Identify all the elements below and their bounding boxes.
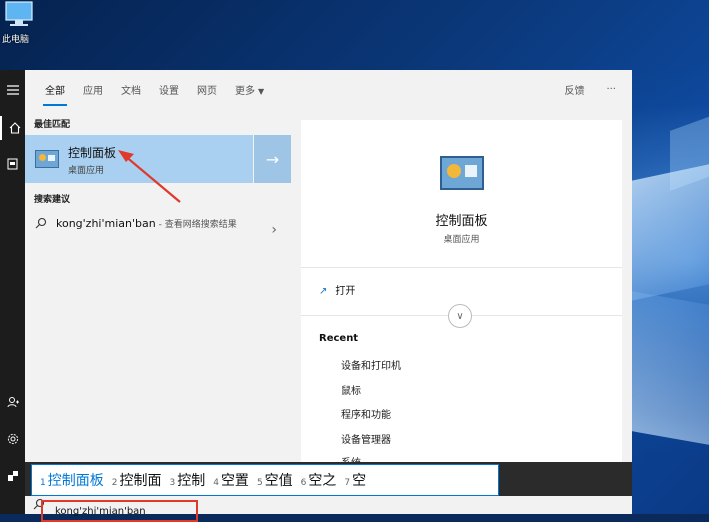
home-icon[interactable] [0, 116, 27, 140]
best-match-expand-button[interactable]: → [254, 135, 291, 183]
search-panel: 全部 应用 文档 设置 网页 更多 ▼ 反馈 ··· 最佳匹配 控制面板 桌面应用… [25, 70, 632, 514]
user-icon[interactable] [0, 390, 25, 414]
ime-candidate[interactable]: 4 空置 [213, 470, 249, 490]
candidate-number: 7 [344, 478, 351, 488]
document-icon[interactable] [0, 152, 25, 176]
candidate-text: 空之 [308, 473, 337, 489]
desktop-icon-this-pc[interactable]: 此电脑 [0, 0, 36, 46]
tab-settings[interactable]: 设置 [157, 74, 181, 105]
expand-chevron-button[interactable]: ∨ [448, 304, 472, 328]
suggestion-suffix: - 查看网络搜索结果 [155, 220, 237, 230]
tab-all[interactable]: 全部 [43, 74, 67, 106]
best-match-item[interactable]: 控制面板 桌面应用 [25, 135, 253, 183]
candidate-text: 空置 [220, 473, 249, 489]
arrow-right-icon: → [265, 149, 280, 169]
feedback-button[interactable]: 反馈 [564, 82, 584, 97]
search-input[interactable] [41, 500, 198, 522]
ime-candidate[interactable]: 2 控制面 [112, 470, 162, 490]
search-icon [35, 217, 47, 232]
suggestions-heading: 搜索建议 [34, 195, 71, 205]
candidate-text: 控制 [177, 473, 206, 489]
recent-item[interactable]: 设备管理器 [341, 431, 391, 446]
suggestion-query: kong'zhi'mian'ban [56, 217, 156, 230]
candidate-number: 6 [300, 478, 307, 488]
candidate-text: 控制面 [119, 473, 162, 489]
header-actions: 反馈 ··· [542, 70, 616, 108]
candidate-number: 5 [256, 478, 263, 488]
computer-icon [5, 1, 33, 26]
candidate-number: 2 [111, 478, 118, 488]
open-label: 打开 [335, 286, 356, 297]
preview-pane: 控制面板 桌面应用 ↗ 打开 ∨ Recent 设备和打印机 鼠标 程序和功能 设… [301, 120, 622, 463]
search-tabs: 全部 应用 文档 设置 网页 更多 ▼ 反馈 ··· [25, 70, 632, 108]
preview-title: 控制面板 [435, 214, 488, 229]
control-panel-large-icon [440, 156, 484, 190]
divider [301, 267, 622, 268]
ime-candidate[interactable]: 7空 [344, 470, 366, 490]
best-match-subtitle: 桌面应用 [68, 166, 105, 176]
ime-candidate[interactable]: 6 空之 [301, 470, 337, 490]
candidate-number: 4 [213, 478, 219, 488]
wallpaper-light [632, 159, 709, 301]
best-match-title: 控制面板 [68, 146, 117, 160]
chevron-down-icon: ∨ [456, 310, 464, 322]
ime-candidate-bar: 1 控制面板 2 控制面 3 控制 4 空置 5 空值 6 空之 7空 [25, 462, 632, 496]
more-options-button[interactable]: ··· [606, 84, 616, 95]
settings-icon[interactable] [0, 427, 25, 451]
start-rail [0, 70, 25, 514]
recent-heading: Recent [319, 333, 359, 344]
ime-candidate[interactable]: 1 控制面板 [40, 470, 104, 490]
chevron-down-icon: ▼ [258, 86, 265, 96]
menu-icon[interactable] [0, 78, 25, 102]
tab-apps[interactable]: 应用 [81, 74, 105, 105]
chevron-right-icon: › [271, 222, 277, 238]
results-list: 最佳匹配 控制面板 桌面应用 → 搜索建议 kong'zhi'mian'ban … [25, 108, 291, 463]
preview-subtitle: 桌面应用 [443, 235, 480, 245]
tab-web[interactable]: 网页 [195, 74, 219, 105]
tab-more-label: 更多 [235, 85, 255, 97]
suggestion-text: kong'zhi'mian'ban - 查看网络搜索结果 [56, 216, 246, 233]
candidate-text: 控制面板 [47, 473, 104, 489]
tab-documents[interactable]: 文档 [119, 74, 143, 105]
ime-candidate-list: 1 控制面板 2 控制面 3 控制 4 空置 5 空值 6 空之 7空 [31, 464, 499, 496]
recent-item[interactable]: 鼠标 [341, 382, 361, 397]
open-icon: ↗ [319, 286, 328, 297]
control-panel-icon [35, 150, 59, 168]
best-match-heading: 最佳匹配 [34, 120, 71, 130]
tab-more[interactable]: 更多 ▼ [233, 74, 266, 105]
recent-item[interactable]: 设备和打印机 [341, 357, 401, 372]
feedback-icon[interactable] [0, 464, 25, 488]
open-action[interactable]: ↗ 打开 [319, 282, 355, 297]
candidate-text: 空值 [264, 473, 293, 489]
ime-candidate[interactable]: 5 空值 [257, 470, 293, 490]
taskbar-search-box [25, 496, 632, 522]
candidate-number: 3 [169, 478, 176, 488]
candidate-text: 空 [352, 473, 367, 489]
desktop-icon-label: 此电脑 [2, 35, 30, 45]
candidate-number: 1 [40, 478, 46, 488]
recent-item[interactable]: 程序和功能 [341, 406, 391, 421]
web-suggestion-item[interactable]: kong'zhi'mian'ban - 查看网络搜索结果 › [25, 214, 291, 254]
wallpaper-light [632, 291, 709, 449]
ime-candidate[interactable]: 3 控制 [169, 470, 205, 490]
